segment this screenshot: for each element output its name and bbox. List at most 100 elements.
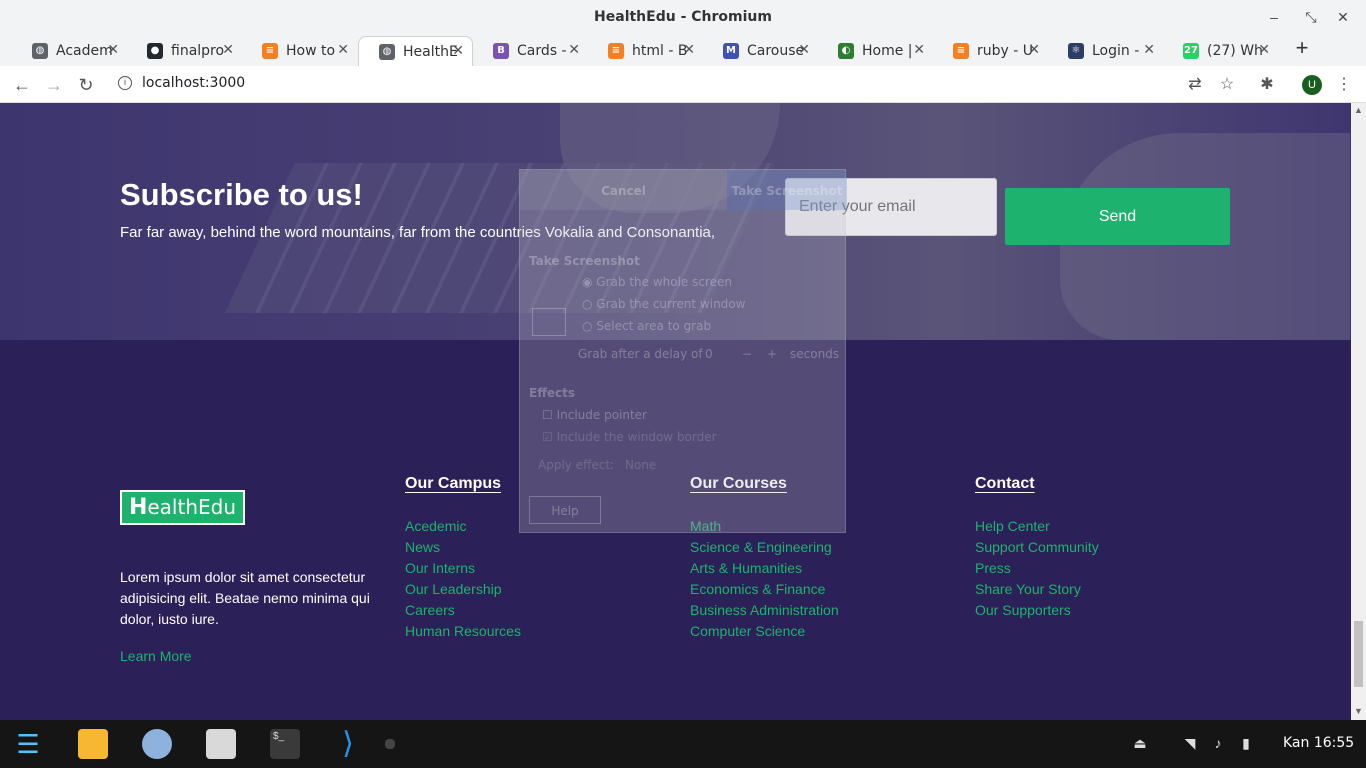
apply-effect-label: Apply effect: (538, 458, 615, 472)
tab-7[interactable]: ◐ Home | ✕ (818, 36, 933, 66)
mdb-icon: M (723, 43, 739, 59)
delay-spin-value[interactable]: 0 (705, 347, 713, 361)
healthedu-logo[interactable]: HealthEdu (120, 490, 245, 525)
site-info-icon[interactable]: i (118, 76, 132, 90)
learn-more-link[interactable]: Learn More (120, 648, 192, 664)
radio-current-window[interactable]: ○ Grab the current window (582, 297, 745, 311)
terminal-app-icon[interactable]: $_ (270, 729, 300, 759)
url-field[interactable]: localhost:3000 (142, 75, 245, 91)
courses-link-3[interactable]: Economics & Finance (690, 579, 839, 600)
tab-3[interactable]: ◍ HealthE ✕ (358, 36, 473, 66)
campus-link-1[interactable]: News (405, 537, 521, 558)
contact-link-3[interactable]: Share Your Story (975, 579, 1099, 600)
tab-4[interactable]: B Cards - ✕ (473, 36, 588, 66)
tab-0[interactable]: ◍ Academ ✕ (12, 36, 127, 66)
window-titlebar: HealthEdu - Chromium – ⤡ ✕ (0, 0, 1366, 34)
include-pointer-checkbox[interactable]: ☐ Include pointer (542, 408, 647, 422)
tab-9[interactable]: ⚛ Login - ✕ (1048, 36, 1163, 66)
include-border-checkbox[interactable]: ☑ Include the window border (542, 430, 717, 444)
screen-preview-icon (532, 308, 566, 336)
campus-link-3[interactable]: Our Leadership (405, 579, 521, 600)
footer-about-text: Lorem ipsum dolor sit amet consectetur a… (120, 569, 370, 627)
new-tab-button[interactable]: + (1290, 36, 1314, 60)
send-button[interactable]: Send (1005, 188, 1230, 245)
tab-close-icon[interactable]: ✕ (798, 42, 810, 58)
chromium-app-icon[interactable] (142, 729, 172, 759)
contact-link-1[interactable]: Support Community (975, 537, 1099, 558)
delay-increase-icon[interactable]: + (767, 347, 777, 361)
menu-dots-icon[interactable]: ⋮ (1331, 72, 1357, 98)
stackoverflow-icon: ≡ (953, 43, 969, 59)
courses-link-5[interactable]: Computer Science (690, 621, 839, 642)
vscode-app-icon[interactable]: ⟩ (333, 729, 363, 759)
extension-icon[interactable]: ✱ (1254, 72, 1280, 98)
scroll-up-icon[interactable]: ▲ (1351, 105, 1366, 115)
logo-initial: H (128, 495, 148, 520)
logo-text: ealthEdu (147, 495, 237, 519)
tab-5[interactable]: ≡ html - B ✕ (588, 36, 703, 66)
dialog-cancel-button[interactable]: Cancel (520, 170, 727, 210)
window-title: HealthEdu - Chromium (594, 9, 772, 25)
effect-select[interactable]: None (625, 458, 656, 472)
tab-close-icon[interactable]: ✕ (1143, 42, 1155, 58)
translate-icon[interactable]: ⇄ (1182, 72, 1208, 98)
dialog-take-screenshot-button[interactable]: Take Screenshot (727, 170, 847, 210)
contact-link-4[interactable]: Our Supporters (975, 600, 1099, 621)
zorin-menu-icon[interactable]: ☰ (13, 729, 43, 759)
tab-10[interactable]: 27 (27) Wh ✕ (1163, 36, 1278, 66)
restore-icon[interactable]: ⤡ (1299, 6, 1323, 28)
contact-link-2[interactable]: Press (975, 558, 1099, 579)
page-scrollbar[interactable]: ▲ ▼ (1351, 103, 1366, 720)
forward-icon[interactable]: → (41, 72, 67, 98)
courses-link-2[interactable]: Arts & Humanities (690, 558, 839, 579)
profile-avatar[interactable]: U (1302, 75, 1322, 95)
os-taskbar: ☰ $_ ⟩ ⏏ ◥ ♪ ▮ Kan 16:55 (0, 720, 1366, 768)
scroll-down-icon[interactable]: ▼ (1351, 706, 1366, 716)
campus-link-5[interactable]: Human Resources (405, 621, 521, 642)
tab-close-icon[interactable]: ✕ (568, 42, 580, 58)
volume-icon[interactable]: ♪ (1209, 735, 1227, 751)
radio-select-area[interactable]: ○ Select area to grab (582, 319, 711, 333)
wifi-icon[interactable]: ◥ (1181, 735, 1199, 752)
tab-close-icon[interactable]: ✕ (107, 42, 119, 58)
reload-icon[interactable]: ↻ (73, 72, 99, 98)
radio-whole-screen[interactable]: ◉ Grab the whole screen (582, 275, 732, 289)
tab-1[interactable]: ● finalpro ✕ (127, 36, 242, 66)
opt-current-window-label: Grab the current window (596, 297, 746, 311)
campus-heading: Our Campus (405, 475, 502, 492)
mail-app-icon[interactable] (78, 729, 108, 759)
minimize-icon[interactable]: – (1262, 6, 1286, 28)
tab-label: How to (286, 43, 336, 59)
tab-close-icon[interactable]: ✕ (1258, 42, 1270, 58)
tab-close-icon[interactable]: ✕ (337, 42, 349, 58)
back-icon[interactable]: ← (9, 72, 35, 98)
taskbar-clock[interactable]: Kan 16:55 (1283, 735, 1354, 751)
bookmark-star-icon[interactable]: ☆ (1214, 72, 1240, 98)
tab-label: (27) Wh (1207, 43, 1263, 59)
tab-close-icon[interactable]: ✕ (452, 43, 464, 59)
campus-link-0[interactable]: Acedemic (405, 516, 521, 537)
contact-column: Contact Help Center Support Community Pres… (975, 475, 1099, 621)
courses-link-4[interactable]: Business Administration (690, 600, 839, 621)
eject-icon[interactable]: ⏏ (1131, 735, 1149, 752)
app-indicator-icon (385, 739, 395, 749)
campus-link-2[interactable]: Our Interns (405, 558, 521, 579)
battery-icon[interactable]: ▮ (1237, 735, 1255, 752)
files-app-icon[interactable] (206, 729, 236, 759)
tab-label: HealthE (403, 43, 458, 60)
close-icon[interactable]: ✕ (1331, 6, 1355, 28)
tab-label: Home | (862, 43, 913, 59)
dialog-help-button[interactable]: Help (529, 496, 601, 524)
tab-8[interactable]: ≡ ruby - U ✕ (933, 36, 1048, 66)
tab-6[interactable]: M Carouse ✕ (703, 36, 818, 66)
tab-close-icon[interactable]: ✕ (1028, 42, 1040, 58)
contact-link-0[interactable]: Help Center (975, 516, 1099, 537)
scrollbar-thumb[interactable] (1354, 621, 1363, 687)
tab-close-icon[interactable]: ✕ (913, 42, 925, 58)
delay-decrease-icon[interactable]: − (742, 347, 752, 361)
campus-link-4[interactable]: Careers (405, 600, 521, 621)
tab-close-icon[interactable]: ✕ (683, 42, 695, 58)
tab-2[interactable]: ≡ How to ✕ (242, 36, 357, 66)
courses-link-1[interactable]: Science & Engineering (690, 537, 839, 558)
tab-close-icon[interactable]: ✕ (222, 42, 234, 58)
